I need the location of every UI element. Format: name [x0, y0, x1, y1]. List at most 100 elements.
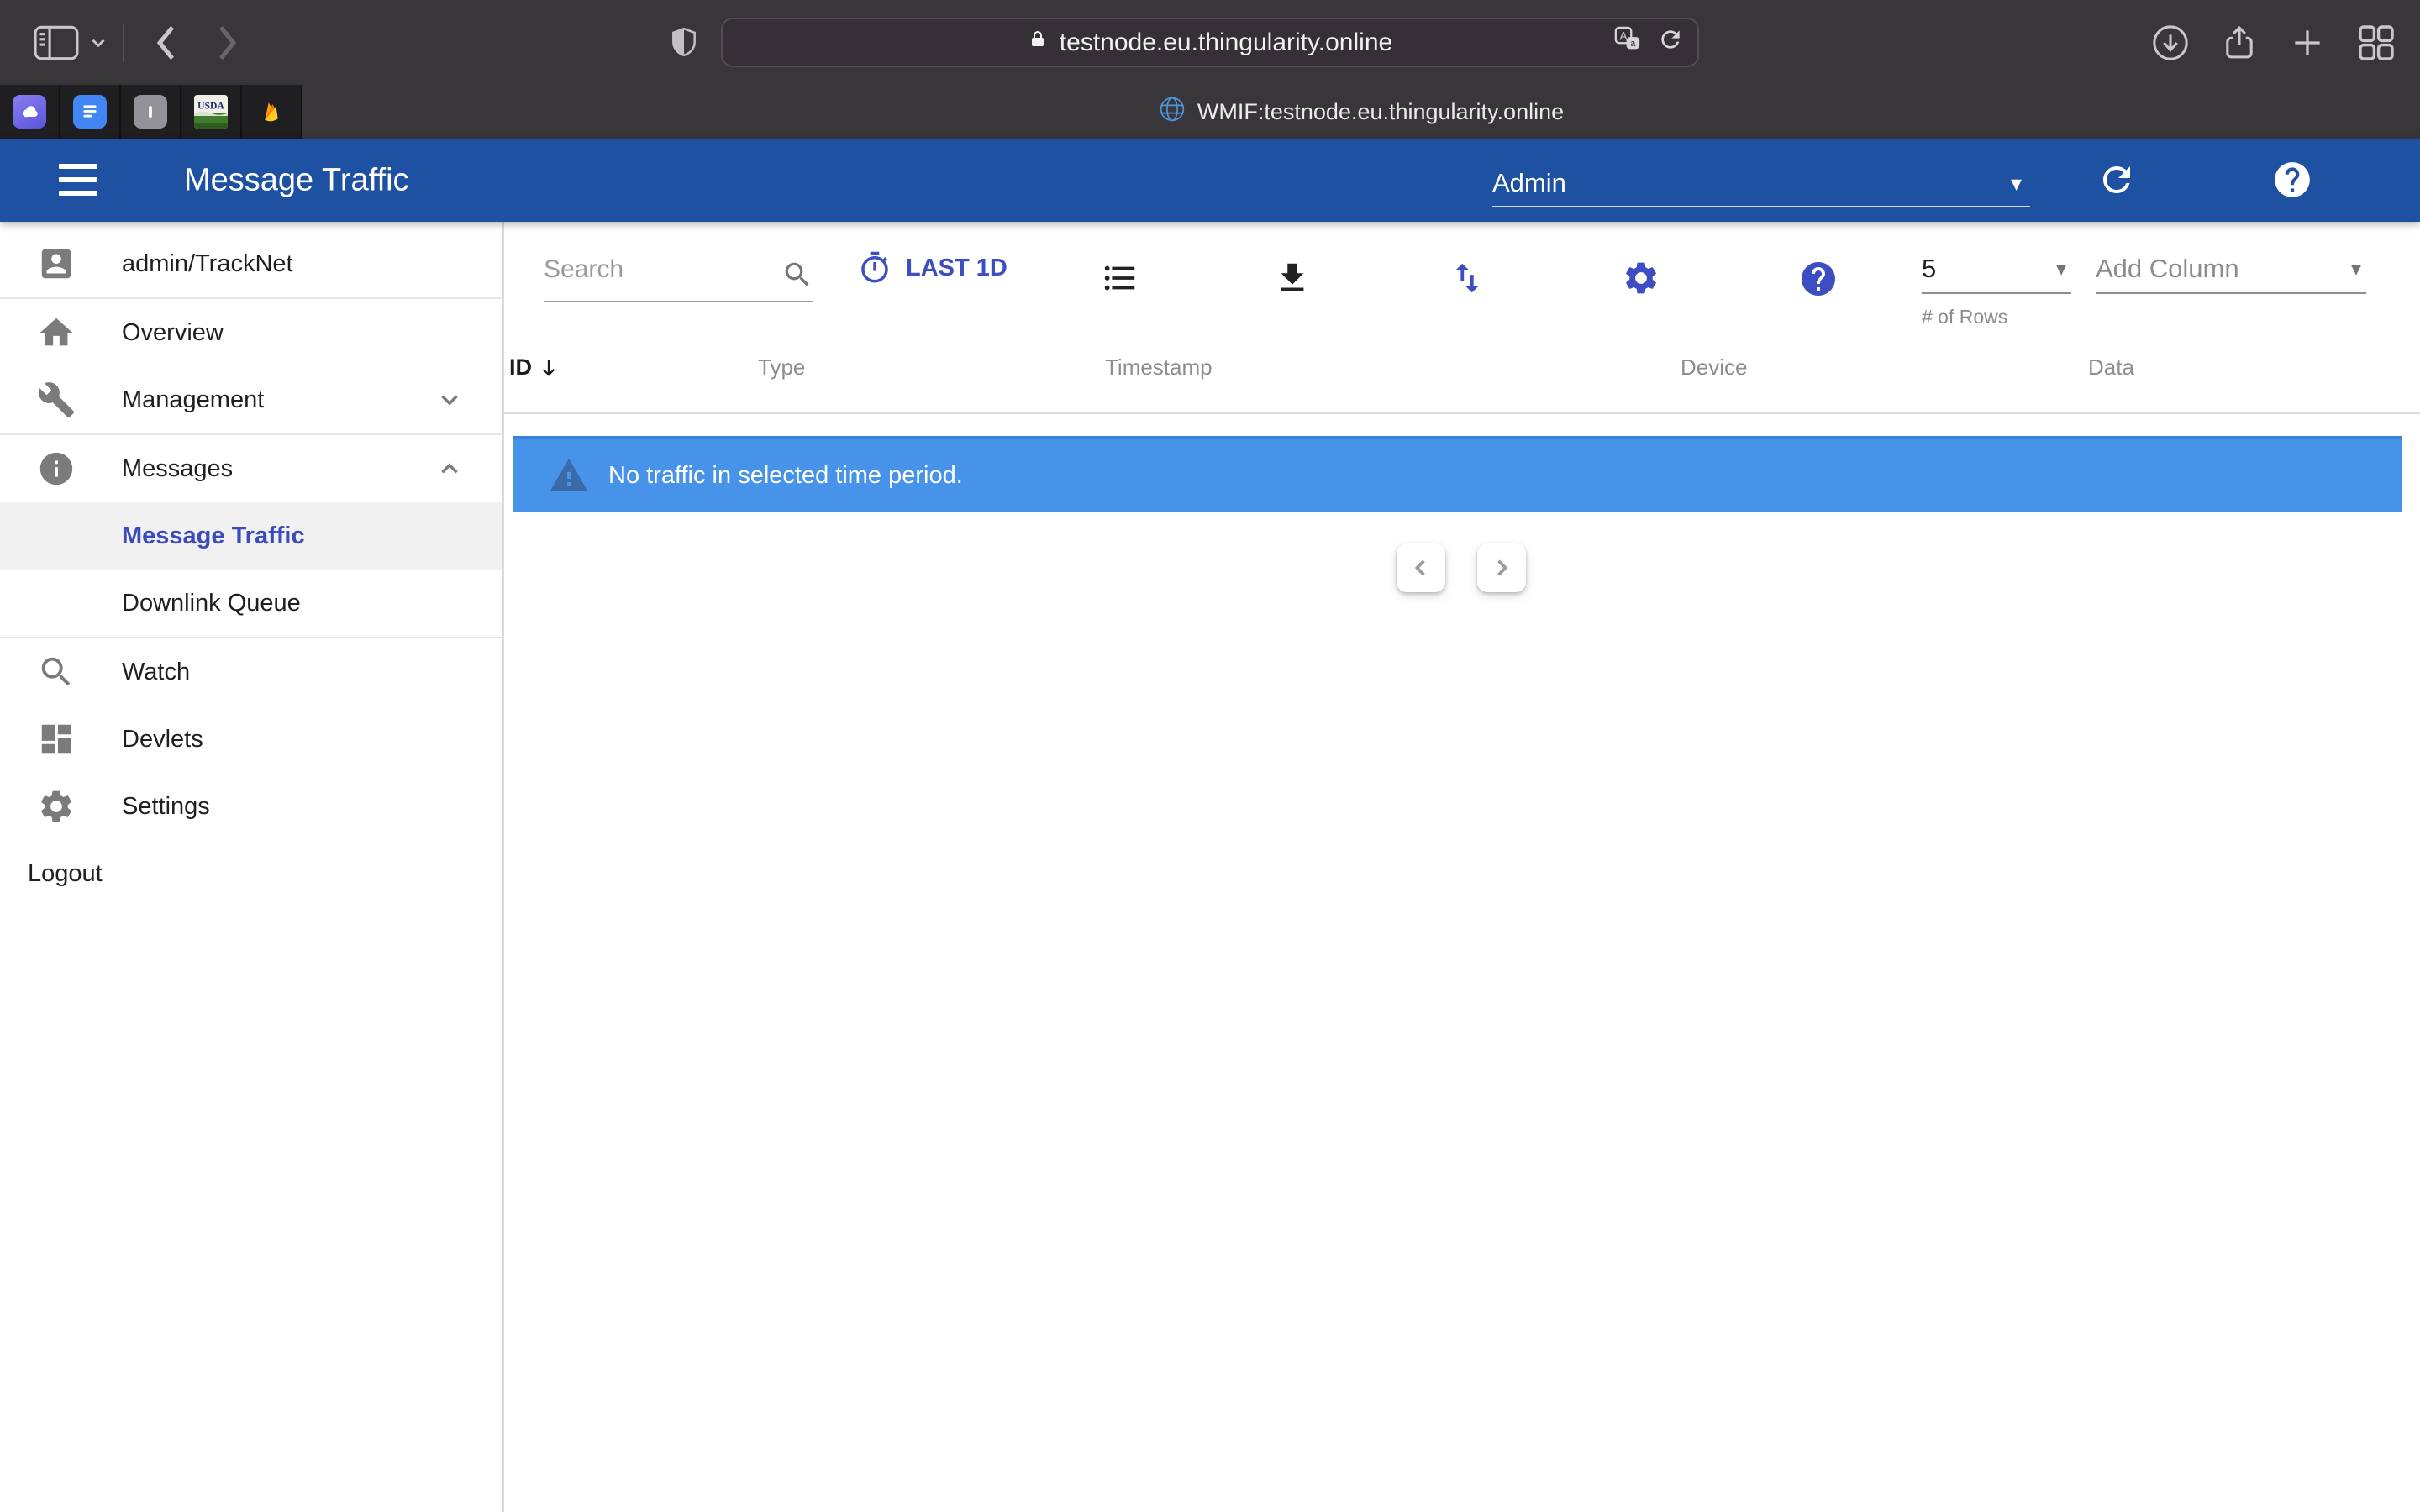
timer-icon — [857, 250, 892, 286]
reload-icon[interactable] — [1657, 26, 1684, 60]
sidebar-item-settings[interactable]: Settings — [0, 773, 502, 840]
back-arrow-icon[interactable] — [151, 24, 180, 62]
divider — [504, 412, 2420, 414]
time-range-filter[interactable]: LAST 1D — [857, 222, 1007, 314]
sort-desc-arrow-icon — [537, 356, 560, 380]
sidebar-item-devlets[interactable]: Devlets — [0, 706, 502, 773]
sidebar-logout[interactable]: Logout — [0, 840, 502, 907]
help-button-toolbar[interactable] — [1798, 259, 1839, 299]
time-range-label: LAST 1D — [906, 255, 1007, 282]
pinned-tab-info-app[interactable] — [121, 85, 182, 139]
sidebar-toggle-icon[interactable] — [34, 25, 79, 60]
home-icon — [37, 313, 76, 352]
privacy-shield-icon[interactable] — [668, 24, 700, 65]
active-tab[interactable]: WMIF:testnode.eu.thingularity.online — [302, 85, 2420, 139]
svg-text:a: a — [1630, 38, 1635, 48]
search-icon — [37, 653, 76, 691]
search-input[interactable] — [544, 242, 771, 297]
pagination — [1397, 543, 1526, 592]
rows-per-page-caption: # of Rows — [1922, 306, 2007, 328]
add-column-select[interactable]: Add Column ▾ — [2096, 245, 2366, 294]
new-tab-icon[interactable] — [2289, 24, 2326, 61]
tab-overview-icon[interactable] — [2356, 23, 2396, 63]
caret-down-icon: ▾ — [2056, 257, 2071, 281]
list-view-button[interactable] — [1101, 259, 1139, 297]
chevron-down-icon — [435, 386, 464, 414]
main-content: LAST 1D 5 ▾ # of Rows Add Column ▾ ID — [504, 222, 2420, 1512]
sidebar-item-label: Devlets — [122, 726, 203, 753]
column-header-timestamp[interactable]: Timestamp — [1105, 354, 1213, 381]
sort-button[interactable] — [1448, 259, 1486, 297]
url-bar-actions: A a — [1613, 19, 1684, 66]
gear-icon — [37, 787, 76, 826]
search-icon — [781, 259, 813, 291]
sidebar-user[interactable]: admin/TrackNet — [0, 230, 502, 297]
browser-chrome: testnode.eu.thingularity.online A a — [0, 0, 2420, 85]
previous-page-button[interactable] — [1397, 543, 1445, 592]
empty-state-message: No traffic in selected time period. — [608, 462, 963, 490]
divider — [123, 24, 124, 62]
usda-site-icon: USDA — [194, 95, 228, 129]
wrench-icon — [37, 381, 76, 419]
chrome-right-controls — [2151, 0, 2396, 85]
sidebar-item-downlink-queue[interactable]: Downlink Queue — [0, 570, 502, 637]
share-icon[interactable] — [2220, 24, 2259, 62]
sidebar-item-watch[interactable]: Watch — [0, 638, 502, 706]
chrome-left-controls — [34, 0, 242, 85]
sidebar-item-management[interactable]: Management — [0, 366, 502, 433]
column-header-data[interactable]: Data — [2088, 354, 2134, 381]
next-page-button[interactable] — [1477, 543, 1526, 592]
chevron-right-icon — [1490, 556, 1513, 580]
sidebar-item-messages[interactable]: Messages — [0, 435, 502, 502]
sidebar-item-message-traffic[interactable]: Message Traffic — [0, 502, 502, 570]
screen: testnode.eu.thingularity.online A a — [0, 0, 2420, 1512]
help-button-appbar[interactable] — [2271, 159, 2313, 201]
sidebar-item-label: Overview — [122, 319, 224, 347]
chevron-up-icon — [435, 454, 464, 483]
sidebar-item-overview[interactable]: Overview — [0, 299, 502, 366]
sidebar-item-label: Watch — [122, 659, 190, 686]
dashboard-icon — [37, 720, 76, 759]
sidebar-item-label: Messages — [122, 455, 233, 483]
firebase-icon — [255, 95, 288, 129]
refresh-button[interactable] — [2096, 160, 2137, 200]
forward-arrow-icon[interactable] — [213, 24, 242, 62]
svg-text:USDA: USDA — [197, 101, 224, 112]
pinned-tab-docs[interactable] — [60, 85, 121, 139]
sidebar-item-label: Management — [122, 386, 264, 414]
url-bar[interactable]: testnode.eu.thingularity.online A a — [721, 18, 1699, 67]
lock-icon — [1028, 27, 1048, 59]
translate-icon[interactable]: A a — [1613, 25, 1642, 60]
column-header-device[interactable]: Device — [1681, 354, 1747, 381]
chevron-left-icon — [1409, 556, 1433, 580]
pinned-tab-usda[interactable]: USDA — [182, 85, 242, 139]
logout-label: Logout — [28, 860, 103, 888]
column-header-type[interactable]: Type — [758, 354, 805, 381]
account-selector-value: Admin — [1492, 168, 1566, 198]
download-button[interactable] — [1273, 259, 1312, 297]
menu-hamburger-icon[interactable] — [59, 164, 97, 196]
downloads-icon[interactable] — [2151, 24, 2190, 62]
account-box-icon — [37, 244, 76, 283]
pinned-tab-cloud[interactable] — [0, 85, 60, 139]
sidebar: admin/TrackNet Overview Management Messa… — [0, 222, 504, 1512]
svg-text:A: A — [1620, 29, 1628, 42]
pinned-tab-firebase[interactable] — [242, 85, 302, 139]
chevron-down-icon[interactable] — [87, 32, 109, 54]
warning-triangle-icon — [546, 455, 592, 496]
url-text: testnode.eu.thingularity.online — [1060, 29, 1392, 57]
sidebar-item-label: Downlink Queue — [122, 590, 301, 617]
app-bar: Message Traffic Admin ▾ — [0, 139, 2420, 222]
column-header-id[interactable]: ID — [509, 354, 560, 381]
account-selector[interactable]: Admin ▾ — [1492, 160, 2030, 207]
add-column-label: Add Column — [2096, 254, 2239, 284]
cloud-app-icon — [13, 95, 46, 129]
info-icon — [37, 449, 76, 488]
info-app-icon — [134, 95, 167, 129]
sidebar-item-label: Message Traffic — [122, 522, 305, 550]
active-tab-title: WMIF:testnode.eu.thingularity.online — [1197, 99, 1564, 125]
rows-per-page-select[interactable]: 5 ▾ — [1922, 245, 2071, 294]
settings-gear-button[interactable] — [1622, 259, 1660, 297]
empty-state-alert: No traffic in selected time period. — [513, 436, 2402, 512]
globe-icon — [1159, 96, 1186, 129]
